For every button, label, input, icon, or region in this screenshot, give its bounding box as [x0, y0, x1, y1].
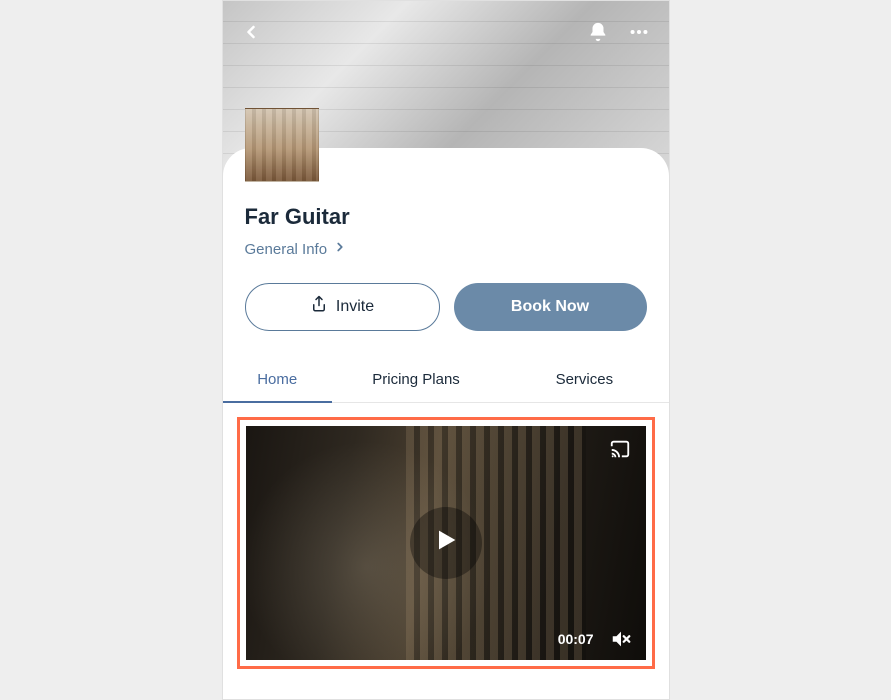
- mute-icon[interactable]: [610, 628, 632, 650]
- tabs: Home Pricing Plans Services: [223, 357, 669, 403]
- play-icon: [432, 526, 460, 559]
- general-info-link[interactable]: General Info: [245, 240, 348, 258]
- play-button[interactable]: [410, 507, 482, 579]
- header-icons: [223, 21, 669, 43]
- share-icon: [310, 295, 328, 318]
- app-frame: Far Guitar General Info Invite Book Now: [222, 0, 670, 700]
- video-timestamp: 00:07: [558, 631, 594, 647]
- book-now-button[interactable]: Book Now: [454, 283, 647, 331]
- page-title: Far Guitar: [245, 204, 647, 230]
- cast-icon[interactable]: [608, 438, 632, 465]
- tab-pricing[interactable]: Pricing Plans: [332, 357, 500, 402]
- video-footer: 00:07: [558, 628, 632, 650]
- invite-label: Invite: [336, 298, 374, 316]
- bell-icon[interactable]: [587, 21, 609, 43]
- back-icon[interactable]: [241, 22, 261, 42]
- invite-button[interactable]: Invite: [245, 283, 440, 331]
- video-highlight-frame: 00:07: [237, 417, 655, 669]
- tab-services-label: Services: [556, 371, 614, 388]
- tab-home-label: Home: [257, 371, 297, 388]
- avatar[interactable]: [245, 108, 319, 182]
- general-info-label: General Info: [245, 241, 328, 258]
- tab-home[interactable]: Home: [223, 357, 332, 402]
- book-label: Book Now: [511, 298, 589, 316]
- more-icon[interactable]: [627, 21, 651, 43]
- tab-pricing-label: Pricing Plans: [372, 371, 460, 388]
- content-card: Far Guitar General Info Invite Book Now: [223, 148, 669, 669]
- chevron-right-icon: [333, 240, 347, 258]
- video-player[interactable]: 00:07: [246, 426, 646, 660]
- tab-services[interactable]: Services: [500, 357, 668, 402]
